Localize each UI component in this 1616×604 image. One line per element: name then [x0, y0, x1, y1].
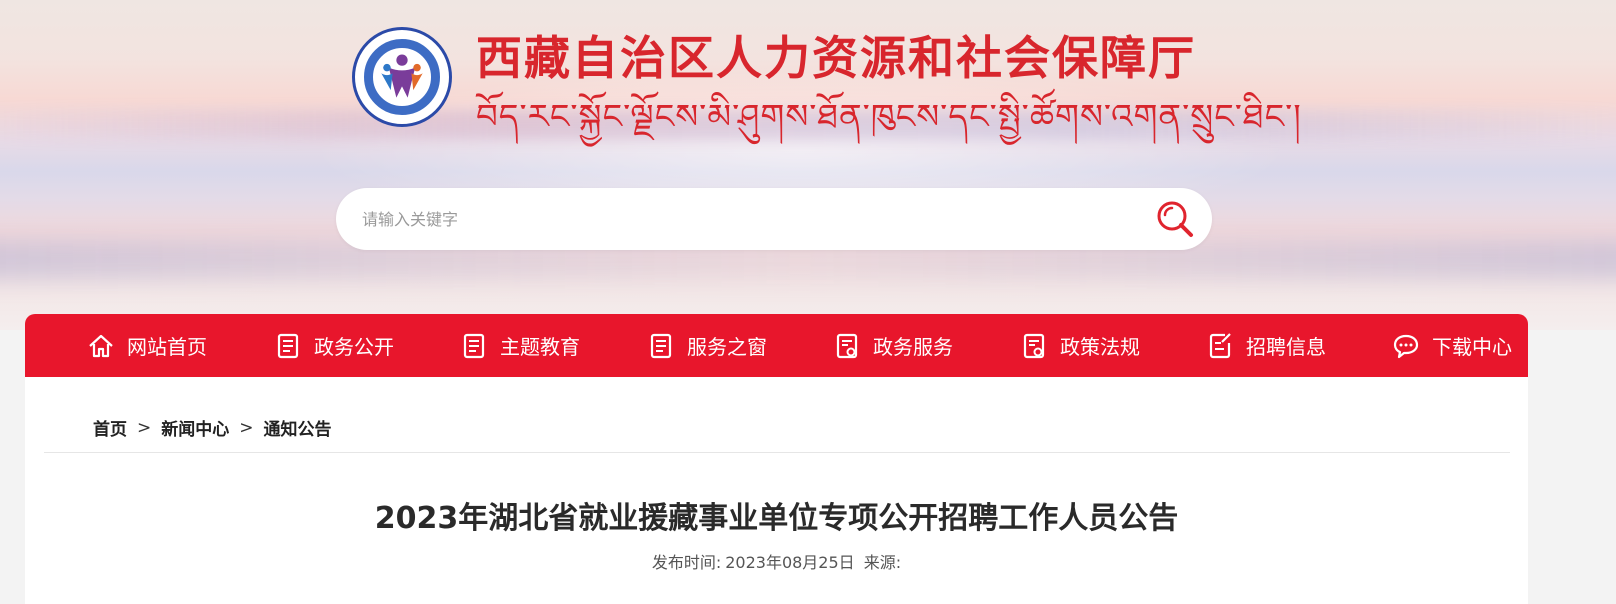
nav-item-home[interactable]: 网站首页	[87, 314, 207, 377]
breadcrumb-news-center[interactable]: 新闻中心	[161, 415, 229, 440]
breadcrumb-notices[interactable]: 通知公告	[264, 415, 332, 440]
nav-item-label: 政务服务	[873, 335, 953, 359]
search-input[interactable]	[362, 202, 1122, 236]
edit-document-icon	[1209, 332, 1231, 358]
nav-item-label: 招聘信息	[1246, 335, 1326, 359]
content-card: 首页 > 新闻中心 > 通知公告 2023年湖北省就业援藏事业单位专项公开招聘工…	[25, 377, 1528, 604]
breadcrumb-separator: >	[239, 417, 254, 438]
document-icon	[277, 333, 299, 358]
document-search-icon	[1023, 333, 1045, 358]
document-icon	[463, 333, 485, 358]
emblem-figures	[381, 54, 423, 98]
document-search-icon	[836, 333, 858, 358]
breadcrumb: 首页 > 新闻中心 > 通知公告	[93, 415, 332, 441]
published-label: 发布时间:	[651, 553, 722, 572]
nav-item-gov-affairs[interactable]: 政务公开	[274, 314, 394, 377]
chat-icon	[1393, 334, 1419, 358]
header-banner: 西藏自治区人力资源和社会保障厅 བོད་རང་སྐྱོང་ལྗོངས་མི་ཤུ…	[0, 0, 1616, 330]
source-label: 来源:	[863, 553, 902, 572]
breadcrumb-separator: >	[137, 417, 152, 438]
home-icon	[89, 334, 113, 357]
search-bar	[336, 188, 1212, 250]
published-date: 2023年08月25日	[725, 553, 855, 572]
nav-item-label: 服务之窗	[687, 335, 767, 359]
nav-item-label: 下载中心	[1432, 335, 1512, 359]
main-nav: 网站首页 政务公开 主题教育 服务之窗 政务服务 政策法规 招聘信息 下载中心	[25, 314, 1528, 377]
nav-item-policies[interactable]: 政策法规	[1020, 314, 1140, 377]
nav-item-recruitment[interactable]: 招聘信息	[1206, 314, 1326, 377]
breadcrumb-home[interactable]: 首页	[93, 415, 127, 440]
article-title: 2023年湖北省就业援藏事业单位专项公开招聘工作人员公告	[374, 501, 1179, 536]
nav-item-service-window[interactable]: 服务之窗	[647, 314, 767, 377]
department-emblem-icon[interactable]	[352, 27, 452, 127]
document-icon	[650, 333, 672, 358]
nav-item-label: 政策法规	[1060, 335, 1140, 359]
nav-item-label: 政务公开	[314, 335, 394, 359]
search-icon[interactable]	[1154, 198, 1196, 240]
nav-item-label: 网站首页	[127, 335, 207, 359]
divider	[44, 452, 1510, 453]
nav-item-downloads[interactable]: 下载中心	[1392, 314, 1512, 377]
article-meta: 发布时间: 2023年08月25日 来源:	[25, 549, 1528, 573]
nav-item-gov-services[interactable]: 政务服务	[833, 314, 953, 377]
nav-item-theme-education[interactable]: 主题教育	[460, 314, 580, 377]
nav-item-label: 主题教育	[500, 335, 580, 359]
site-title-tibetan: བོད་རང་སྐྱོང་ལྗོངས་མི་ཤུགས་ཐོན་ཁུངས་དང་ས…	[476, 97, 1302, 137]
